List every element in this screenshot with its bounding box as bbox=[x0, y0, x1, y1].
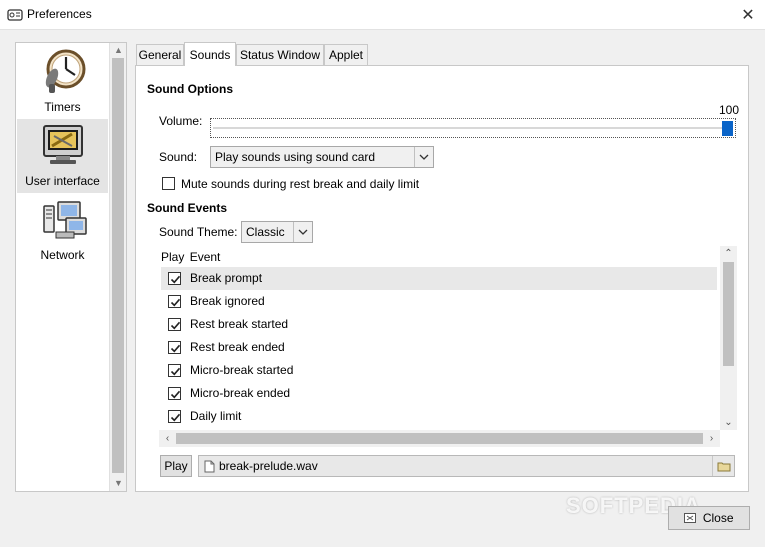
event-row-micro-break-ended[interactable]: Micro-break ended bbox=[161, 382, 717, 405]
sound-file-chooser[interactable]: break-prelude.wav bbox=[198, 455, 735, 477]
sound-options-heading: Sound Options bbox=[147, 82, 233, 96]
close-button-label: Close bbox=[702, 511, 734, 525]
play-sound-button[interactable]: Play bbox=[160, 455, 192, 477]
chevron-down-icon[interactable] bbox=[293, 222, 312, 242]
chevron-down-icon[interactable]: ⌄ bbox=[720, 415, 737, 430]
event-play-checkbox[interactable] bbox=[168, 341, 181, 354]
chevron-right-icon[interactable]: › bbox=[703, 430, 720, 447]
event-play-checkbox[interactable] bbox=[168, 295, 181, 308]
sound-label: Sound: bbox=[159, 150, 198, 164]
chevron-left-icon[interactable]: ‹ bbox=[159, 430, 176, 447]
sound-theme-select[interactable]: Classic bbox=[241, 221, 313, 243]
volume-label: Volume: bbox=[159, 114, 203, 128]
tab-general[interactable]: General bbox=[136, 44, 184, 66]
event-label: Micro-break ended bbox=[190, 386, 291, 400]
chevron-down-icon[interactable]: ▼ bbox=[110, 476, 127, 491]
sound-events-list: Play Event Break prompt Break ignored Re… bbox=[159, 246, 737, 447]
volume-value: 100 bbox=[719, 103, 740, 117]
close-icon bbox=[684, 508, 697, 523]
sound-file-name: break-prelude.wav bbox=[219, 459, 318, 473]
network-computers-icon bbox=[43, 201, 87, 239]
mute-label: Mute sounds during rest break and daily … bbox=[181, 177, 420, 191]
event-label: Break prompt bbox=[190, 271, 263, 285]
slider-thumb[interactable] bbox=[722, 121, 733, 136]
title-bar: Preferences ✕ bbox=[0, 0, 765, 30]
sidebar-item-network[interactable]: Network bbox=[17, 193, 108, 267]
monitor-icon bbox=[43, 125, 83, 164]
sound-mode-select[interactable]: Play sounds using sound card bbox=[210, 146, 434, 168]
scrollbar-thumb[interactable] bbox=[723, 262, 734, 366]
sidebar-item-timers[interactable]: Timers bbox=[17, 45, 108, 119]
list-header: Play Event bbox=[161, 250, 220, 264]
scrollbar-thumb[interactable] bbox=[176, 433, 703, 444]
document-icon bbox=[204, 460, 215, 476]
sidebar-item-label: User interface bbox=[25, 174, 100, 188]
event-row-rest-break-started[interactable]: Rest break started bbox=[161, 313, 717, 336]
chevron-up-icon[interactable]: ⌃ bbox=[720, 246, 737, 261]
slider-groove bbox=[213, 127, 733, 129]
events-horizontal-scrollbar[interactable]: ‹ › bbox=[159, 430, 720, 447]
chevron-up-icon[interactable]: ▲ bbox=[110, 43, 127, 58]
chevron-down-icon[interactable] bbox=[414, 147, 433, 167]
tab-applet[interactable]: Applet bbox=[324, 44, 368, 66]
event-play-checkbox[interactable] bbox=[168, 387, 181, 400]
close-button[interactable]: Close bbox=[668, 506, 750, 530]
event-label: Micro-break started bbox=[190, 363, 294, 377]
event-label: Break ignored bbox=[190, 294, 265, 308]
folder-open-icon[interactable] bbox=[712, 456, 734, 476]
window-close-button[interactable]: ✕ bbox=[737, 4, 759, 26]
sidebar-item-user-interface[interactable]: User interface bbox=[17, 119, 108, 193]
event-row-rest-break-ended[interactable]: Rest break ended bbox=[161, 336, 717, 359]
app-icon bbox=[7, 7, 23, 23]
event-label: Rest break ended bbox=[190, 340, 285, 354]
tab-sounds[interactable]: Sounds bbox=[184, 42, 236, 66]
sound-mode-value: Play sounds using sound card bbox=[215, 150, 376, 164]
sidebar-item-label: Network bbox=[40, 248, 85, 262]
mute-checkbox[interactable] bbox=[162, 177, 175, 190]
clock-icon bbox=[45, 49, 86, 93]
column-header-event[interactable]: Event bbox=[190, 250, 221, 264]
volume-slider[interactable] bbox=[210, 118, 736, 138]
event-label: Daily limit bbox=[190, 409, 242, 423]
window-title: Preferences bbox=[27, 7, 92, 21]
event-row-micro-break-started[interactable]: Micro-break started bbox=[161, 359, 717, 382]
event-row-break-prompt[interactable]: Break prompt bbox=[161, 267, 717, 290]
sidebar-item-label: Timers bbox=[44, 100, 81, 114]
events-vertical-scrollbar[interactable]: ⌃ ⌄ bbox=[720, 246, 737, 430]
tab-status-window[interactable]: Status Window bbox=[236, 44, 324, 66]
event-row-daily-limit[interactable]: Daily limit bbox=[161, 405, 717, 428]
scrollbar-thumb[interactable] bbox=[112, 58, 124, 473]
event-play-checkbox[interactable] bbox=[168, 318, 181, 331]
event-row-break-ignored[interactable]: Break ignored bbox=[161, 290, 717, 313]
sounds-panel: Sound Options 100 Volume: Sound: Play so… bbox=[135, 65, 749, 492]
sidebar-scrollbar[interactable]: ▲ ▼ bbox=[109, 43, 126, 491]
sound-theme-label: Sound Theme: bbox=[159, 225, 238, 239]
event-play-checkbox[interactable] bbox=[168, 272, 181, 285]
sound-events-heading: Sound Events bbox=[147, 201, 228, 215]
sidebar: Timers User interface Network ▲ ▼ bbox=[15, 42, 127, 492]
event-play-checkbox[interactable] bbox=[168, 410, 181, 423]
column-header-play[interactable]: Play bbox=[161, 250, 184, 264]
sound-theme-value: Classic bbox=[246, 225, 285, 239]
event-label: Rest break started bbox=[190, 317, 289, 331]
event-play-checkbox[interactable] bbox=[168, 364, 181, 377]
